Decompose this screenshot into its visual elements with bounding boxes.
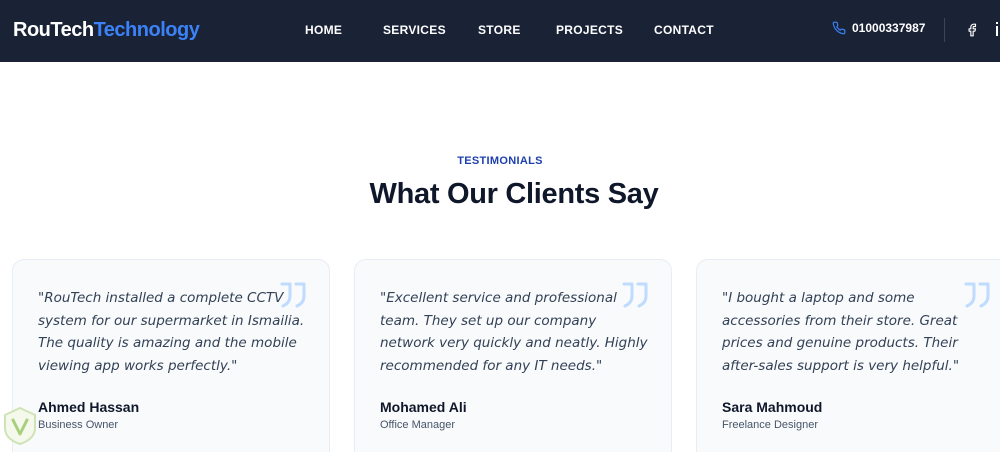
site-header: RouTechTechnology HOME SERVICES STORE PR… — [0, 0, 1000, 62]
testimonial-role: Office Manager — [380, 419, 456, 431]
nav-contact[interactable]: CONTACT — [654, 23, 714, 37]
nav-store[interactable]: STORE — [478, 23, 521, 37]
testimonial-card: "RouTech installed a complete CCTV syste… — [12, 259, 330, 452]
social-icon-partial[interactable] — [994, 20, 1000, 38]
phone-number: 01000337987 — [852, 21, 926, 35]
nav-projects[interactable]: PROJECTS — [556, 23, 623, 37]
header-divider — [944, 18, 945, 42]
testimonial-card: "I bought a laptop and some accessories … — [696, 259, 1000, 452]
nav-services[interactable]: SERVICES — [383, 23, 446, 37]
nav-home[interactable]: HOME — [305, 23, 342, 37]
header-phone[interactable]: 01000337987 — [832, 21, 925, 35]
brand-name-part2: Technology — [93, 19, 200, 41]
brand-logo[interactable]: RouTechTechnology — [13, 19, 200, 42]
section-label: TESTIMONIALS — [457, 155, 543, 167]
facebook-icon[interactable] — [965, 21, 979, 39]
testimonial-author: Ahmed Hassan — [38, 399, 140, 415]
brand-name-part1: RouTech — [13, 19, 94, 41]
testimonial-author: Sara Mahmoud — [722, 399, 823, 415]
testimonial-role: Freelance Designer — [722, 419, 818, 431]
testimonial-text: "RouTech installed a complete CCTV syste… — [38, 290, 305, 375]
testimonial-role: Business Owner — [38, 419, 119, 431]
watermark-badge-icon — [4, 406, 36, 446]
phone-icon — [832, 21, 846, 35]
partial-icon — [996, 22, 998, 36]
testimonial-card: "Excellent service and professional team… — [354, 259, 672, 452]
testimonial-text: "Excellent service and professional team… — [380, 290, 648, 375]
section-title: What Our Clients Say — [369, 178, 659, 210]
testimonial-author: Mohamed Ali — [380, 399, 467, 415]
testimonial-text: "I bought a laptop and some accessories … — [722, 290, 960, 375]
